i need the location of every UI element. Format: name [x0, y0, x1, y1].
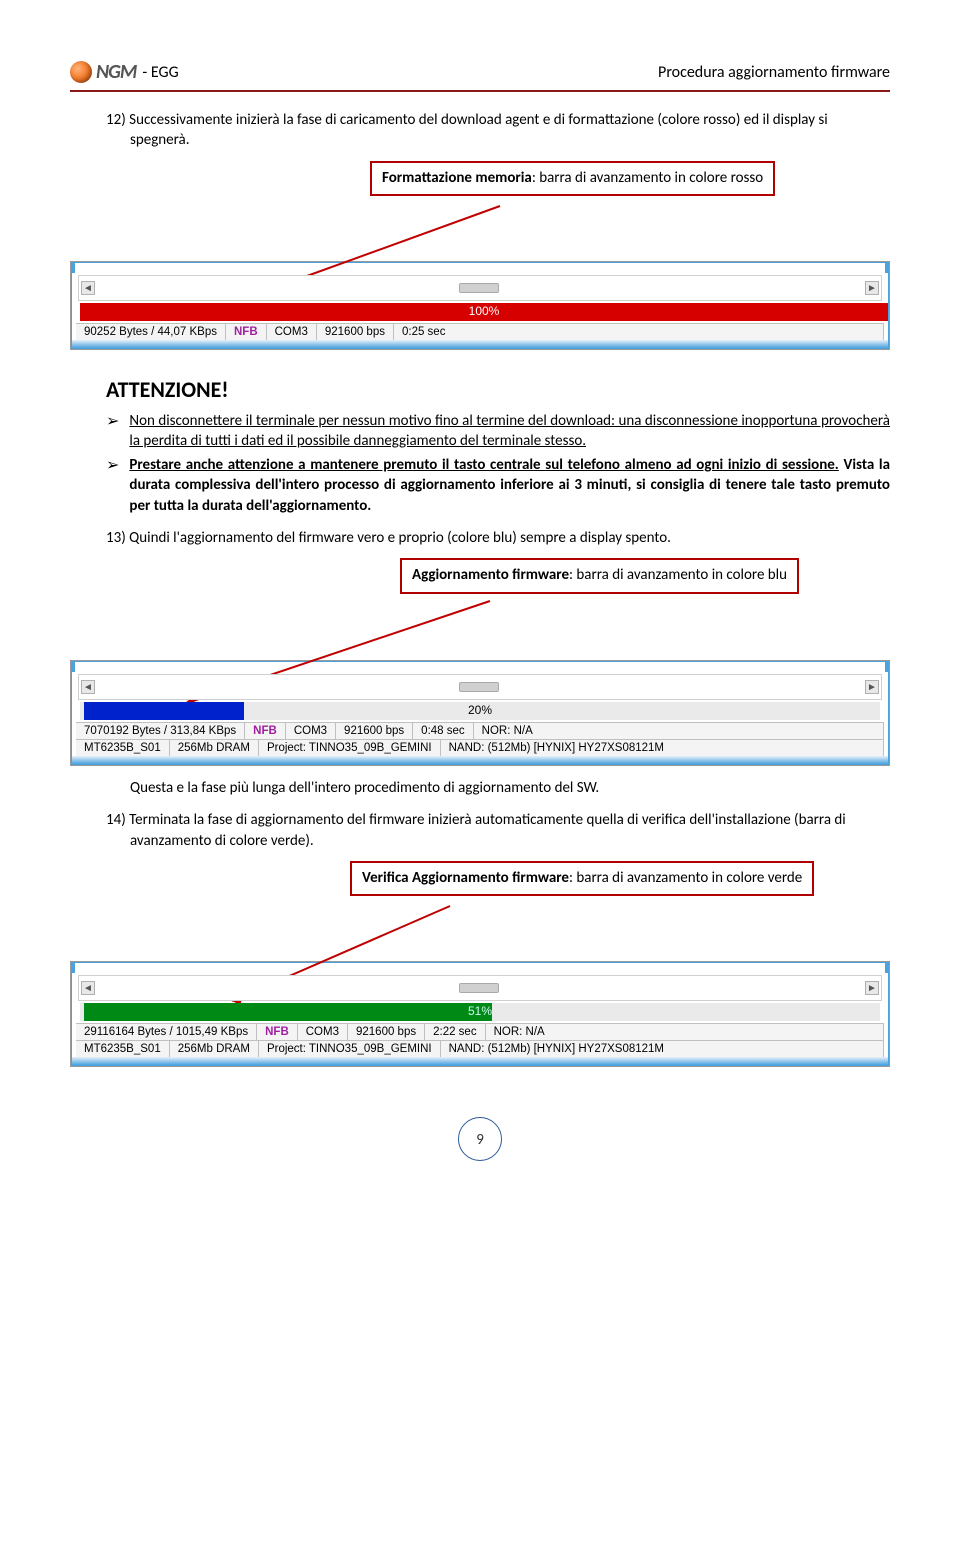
progress-percent: 51%: [80, 1004, 880, 1018]
status-bps: 921600 bps: [336, 723, 413, 739]
logo-icon: [70, 61, 92, 83]
step-body: Terminata la fase di aggiornamento del f…: [129, 811, 846, 849]
scroll-right-icon[interactable]: ►: [865, 981, 879, 995]
step-13: 13) Quindi l'aggiornamento del firmware …: [94, 528, 890, 548]
figure-3: ◄ ► 51% 29116164 Bytes / 1015,49 KBps NF…: [70, 961, 890, 1067]
callout-verify-update: Verifica Aggiornamento firmware: barra d…: [350, 861, 814, 897]
step-13-continuation: Questa e la fase più lunga dell'intero p…: [94, 778, 890, 798]
status-com: COM3: [286, 723, 336, 739]
progress-track: 20%: [80, 702, 880, 720]
header-title: Procedura aggiornamento firmware: [658, 63, 890, 82]
warning-item-2: ➢ Prestare anche attenzione a mantenere …: [106, 455, 890, 516]
status-nfb: NFB: [245, 723, 286, 739]
status-row-2: MT6235B_S01 256Mb DRAM Project: TINNO35_…: [76, 1040, 884, 1057]
callout-firmware-update: Aggiornamento firmware: barra di avanzam…: [400, 558, 799, 594]
callout-rest: : barra di avanzamento in colore rosso: [532, 169, 763, 187]
status-nand: NAND: (512Mb) [HYNIX] HY27XS08121M: [441, 1041, 884, 1057]
status-dram: 256Mb DRAM: [170, 740, 259, 756]
bullet-icon: ➢: [106, 455, 119, 516]
callout-bold: Verifica Aggiornamento firmware: [362, 869, 569, 887]
status-row-1: 29116164 Bytes / 1015,49 KBps NFB COM3 9…: [76, 1023, 884, 1040]
status-nfb: NFB: [226, 324, 267, 340]
step-number: 12): [106, 111, 126, 129]
scroll-thumb[interactable]: [459, 283, 499, 293]
progress-percent: 100%: [80, 304, 888, 318]
warning-text-1: Non disconnettere il terminale per nessu…: [129, 411, 890, 452]
scroll-thumb[interactable]: [459, 983, 499, 993]
attention-heading: ATTENZIONE!: [106, 376, 890, 403]
logo-area: NGM - EGG: [70, 60, 179, 84]
warning-list: ➢ Non disconnettere il terminale per nes…: [106, 411, 890, 516]
scroll-left-icon[interactable]: ◄: [81, 281, 95, 295]
status-bytes: 29116164 Bytes / 1015,49 KBps: [76, 1024, 257, 1040]
status-row-1: 7070192 Bytes / 313,84 KBps NFB COM3 921…: [76, 722, 884, 739]
progress-bar-red: 100%: [80, 303, 888, 321]
scroll-area: ◄ ►: [78, 275, 882, 301]
status-bps: 921600 bps: [317, 324, 394, 340]
figure-1: ◄ ► 100% 90252 Bytes / 44,07 KBps NFB CO…: [70, 261, 890, 350]
status-time: 0:48 sec: [413, 723, 473, 739]
logo-text: NGM: [96, 60, 136, 84]
page-footer: 9: [70, 1117, 890, 1161]
progress-track: 51%: [80, 1003, 880, 1021]
status-bytes: 7070192 Bytes / 313,84 KBps: [76, 723, 245, 739]
scroll-left-icon[interactable]: ◄: [81, 680, 95, 694]
status-dram: 256Mb DRAM: [170, 1041, 259, 1057]
scroll-area: ◄ ►: [78, 674, 882, 700]
status-bps: 921600 bps: [348, 1024, 425, 1040]
status-com: COM3: [298, 1024, 348, 1040]
status-com: COM3: [267, 324, 317, 340]
step-number: 14): [106, 811, 126, 829]
status-time: 2:22 sec: [425, 1024, 485, 1040]
step-body: Quindi l'aggiornamento del firmware vero…: [129, 529, 671, 547]
callout-format-memory: Formattazione memoria: barra di avanzame…: [370, 161, 775, 197]
page-number: 9: [458, 1117, 502, 1161]
status-time: 0:25 sec: [394, 324, 884, 340]
step-number: 13): [106, 529, 126, 547]
callout-rest: : barra di avanzamento in colore blu: [569, 566, 787, 584]
status-chip: MT6235B_S01: [76, 740, 170, 756]
status-project: Project: TINNO35_09B_GEMINI: [259, 1041, 441, 1057]
status-project: Project: TINNO35_09B_GEMINI: [259, 740, 441, 756]
status-chip: MT6235B_S01: [76, 1041, 170, 1057]
step-12: 12) Successivamente inizierà la fase di …: [94, 110, 890, 151]
scroll-right-icon[interactable]: ►: [865, 680, 879, 694]
scroll-area: ◄ ►: [78, 975, 882, 1001]
status-nfb: NFB: [257, 1024, 298, 1040]
callout-bold: Aggiornamento firmware: [412, 566, 569, 584]
callout-rest: : barra di avanzamento in colore verde: [569, 869, 802, 887]
bullet-icon: ➢: [106, 411, 119, 452]
status-bytes: 90252 Bytes / 44,07 KBps: [76, 324, 226, 340]
document-page: NGM - EGG Procedura aggiornamento firmwa…: [0, 0, 960, 1201]
warning-item-1: ➢ Non disconnettere il terminale per nes…: [106, 411, 890, 452]
status-row-2: MT6235B_S01 256Mb DRAM Project: TINNO35_…: [76, 739, 884, 756]
status-nand: NAND: (512Mb) [HYNIX] HY27XS08121M: [441, 740, 884, 756]
status-nor: NOR: N/A: [474, 723, 884, 739]
progress-percent: 20%: [80, 703, 880, 717]
scroll-right-icon[interactable]: ►: [865, 281, 879, 295]
figure-2: ◄ ► 20% 7070192 Bytes / 313,84 KBps NFB …: [70, 660, 890, 766]
status-nor: NOR: N/A: [486, 1024, 884, 1040]
step-14: 14) Terminata la fase di aggiornamento d…: [94, 810, 890, 851]
step-body: Successivamente inizierà la fase di cari…: [129, 111, 828, 149]
scroll-thumb[interactable]: [459, 682, 499, 692]
callout-bold: Formattazione memoria: [382, 169, 532, 187]
status-row: 90252 Bytes / 44,07 KBps NFB COM3 921600…: [76, 323, 884, 340]
warning-text-2: Prestare anche attenzione a mantenere pr…: [129, 455, 890, 516]
page-header: NGM - EGG Procedura aggiornamento firmwa…: [70, 60, 890, 92]
scroll-left-icon[interactable]: ◄: [81, 981, 95, 995]
header-suffix: - EGG: [142, 63, 178, 82]
